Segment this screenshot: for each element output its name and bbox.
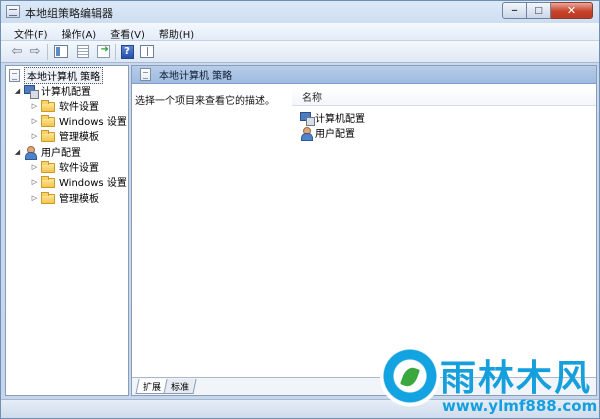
title-bar[interactable]: 本地组策略编辑器 ‒ □ ✕ — [1, 1, 599, 23]
tree-item-windows-settings[interactable]: ▷ Windows 设置 — [30, 174, 127, 189]
menu-help[interactable]: 帮助(H) — [152, 23, 201, 41]
list-item-computer-config[interactable]: 计算机配置 — [300, 110, 365, 126]
menu-view[interactable]: 查看(V) — [103, 23, 152, 41]
expanded-arrow-icon[interactable]: ◢ — [13, 87, 22, 95]
brand-logo-icon — [380, 349, 440, 409]
tree-item-label: 软件设置 — [59, 163, 99, 174]
minimize-button[interactable]: ‒ — [502, 2, 527, 19]
tree-item-admin-templates[interactable]: ▷ 管理模板 — [30, 190, 99, 205]
tree-item-software-settings[interactable]: ▷ 软件设置 — [30, 159, 99, 174]
list-item-label: 计算机配置 — [315, 114, 365, 125]
watermark-url: www.ylmf888.com — [442, 397, 598, 415]
column-header-name[interactable]: 名称 — [292, 88, 596, 106]
tree-item-label: 管理模板 — [59, 194, 99, 205]
tree-item-user-config[interactable]: ◢ 用户配置 — [13, 144, 81, 160]
console-tree-icon — [54, 45, 68, 58]
caption-buttons: ‒ □ ✕ — [502, 2, 593, 19]
menu-action[interactable]: 操作(A) — [55, 23, 104, 41]
list-item-label: 用户配置 — [315, 129, 355, 140]
user-icon — [24, 145, 37, 160]
collapsed-arrow-icon[interactable]: ▷ — [30, 163, 39, 171]
expanded-arrow-icon[interactable]: ◢ — [13, 148, 22, 156]
policy-document-icon — [140, 68, 151, 81]
properties-button[interactable] — [75, 44, 91, 59]
app-icon — [6, 5, 20, 18]
pane-icon — [140, 45, 154, 58]
console-tree: 本地计算机 策略 ◢ 计算机配置 ▷ 软件设置 ▷ Windows 设置 ▷ 管… — [5, 65, 129, 396]
list-icon — [77, 45, 89, 58]
help-button[interactable]: ? — [119, 44, 135, 59]
collapsed-arrow-icon[interactable]: ▷ — [30, 102, 39, 110]
watermark-brand: 雨林木风 — [440, 357, 593, 399]
item-description: 选择一个项目来查看它的描述。 — [135, 96, 275, 107]
window-title: 本地组策略编辑器 — [25, 7, 113, 20]
tree-item-root[interactable]: 本地计算机 策略 — [9, 67, 104, 84]
forward-arrow-icon[interactable]: ⇨ — [27, 44, 43, 59]
back-arrow-icon[interactable]: ⇦ — [9, 44, 25, 59]
tree-item-admin-templates[interactable]: ▷ 管理模板 — [30, 128, 99, 143]
tree-item-label: Windows 设置 — [59, 117, 127, 128]
folder-icon — [41, 160, 55, 173]
menu-file[interactable]: 文件(F) — [1, 23, 55, 41]
tree-item-label: 计算机配置 — [41, 87, 91, 98]
toolbar-separator — [47, 44, 48, 60]
collapsed-arrow-icon[interactable]: ▷ — [30, 117, 39, 125]
collapsed-arrow-icon[interactable]: ▷ — [30, 178, 39, 186]
collapsed-arrow-icon[interactable]: ▷ — [30, 194, 39, 202]
details-header-title: 本地计算机 策略 — [159, 71, 233, 82]
tab-label: 标准 — [171, 383, 190, 393]
show-hide-action-pane-button[interactable] — [139, 44, 155, 59]
tab-label: 扩展 — [143, 383, 162, 393]
computer-icon — [24, 84, 39, 99]
folder-icon — [41, 114, 55, 127]
computer-icon — [300, 111, 315, 126]
details-header: 本地计算机 策略 — [132, 66, 596, 84]
tree-item-label: 软件设置 — [59, 102, 99, 113]
close-button[interactable]: ✕ — [551, 2, 593, 19]
policy-document-icon — [9, 69, 20, 82]
tree-item-label: 管理模板 — [59, 132, 99, 143]
tree-item-software-settings[interactable]: ▷ 软件设置 — [30, 98, 99, 113]
list-item-user-config[interactable]: 用户配置 — [300, 125, 355, 141]
toolbar-separator — [115, 44, 116, 60]
folder-icon — [41, 191, 55, 204]
folder-icon — [41, 99, 55, 112]
details-list: 名称 计算机配置 用户配置 — [292, 84, 596, 376]
export-icon — [96, 44, 110, 58]
export-list-button[interactable] — [95, 44, 111, 59]
tree-item-computer-config[interactable]: ◢ 计算机配置 — [13, 83, 91, 99]
tree-item-label: 本地计算机 策略 — [24, 67, 104, 84]
toolbar: ⇦ ⇨ ? — [1, 41, 599, 63]
folder-icon — [41, 129, 55, 142]
tab-standard[interactable]: 标准 — [163, 379, 197, 394]
tree-item-label: Windows 设置 — [59, 178, 127, 189]
user-icon — [300, 126, 313, 141]
folder-icon — [41, 175, 55, 188]
up-one-level-button[interactable] — [53, 44, 69, 59]
tree-item-label: 用户配置 — [41, 148, 81, 159]
collapsed-arrow-icon[interactable]: ▷ — [30, 132, 39, 140]
help-icon: ? — [120, 44, 134, 59]
watermark: 雨林木风 www.ylmf888.com — [378, 341, 600, 419]
menu-bar: 文件(F) 操作(A) 查看(V) 帮助(H) — [1, 23, 599, 41]
maximize-button[interactable]: □ — [527, 2, 551, 19]
tree-item-windows-settings[interactable]: ▷ Windows 设置 — [30, 113, 127, 128]
